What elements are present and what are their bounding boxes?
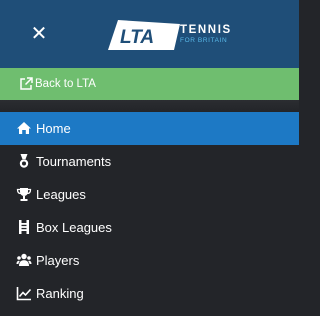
side-menu-panel: ✕ LTA TENNIS FOR BRITAIN Back to LTA Hom… [0, 0, 299, 316]
nav-item-tournaments[interactable]: Tournaments [0, 145, 299, 178]
nav-item-label: Box Leagues [36, 220, 112, 235]
trophy-icon [16, 188, 32, 201]
menu-header: ✕ LTA TENNIS FOR BRITAIN [0, 0, 299, 68]
nav-item-box-leagues[interactable]: Box Leagues [0, 211, 299, 244]
nav-item-home[interactable]: Home [0, 112, 299, 145]
back-to-lta-label: Back to LTA [35, 78, 96, 90]
lta-logo[interactable]: LTA TENNIS FOR BRITAIN [108, 20, 230, 50]
nav-item-label: Players [36, 253, 80, 268]
close-icon[interactable]: ✕ [28, 23, 50, 45]
box-leagues-icon [19, 220, 29, 234]
users-icon [16, 253, 32, 266]
back-to-lta-link[interactable]: Back to LTA [0, 68, 299, 100]
nav-item-leagues[interactable]: Leagues [0, 178, 299, 211]
lta-logo-mark-text: LTA [120, 27, 154, 48]
lta-logo-subtitle: FOR BRITAIN [180, 37, 228, 44]
lta-logo-title: TENNIS [180, 24, 232, 36]
lta-logo-mark: LTA [108, 20, 180, 50]
nav-item-label: Home [36, 121, 71, 136]
nav-item-label: Tournaments [36, 154, 112, 169]
external-link-icon [20, 77, 33, 90]
nav-item-ranking[interactable]: Ranking [0, 277, 299, 310]
nav-item-players[interactable]: Players [0, 244, 299, 277]
menu-divider [0, 100, 299, 112]
medal-icon [19, 154, 29, 168]
nav-item-label: Leagues [36, 187, 86, 202]
line-chart-icon [16, 287, 32, 301]
nav-item-label: Ranking [36, 286, 84, 301]
home-icon [17, 122, 31, 134]
